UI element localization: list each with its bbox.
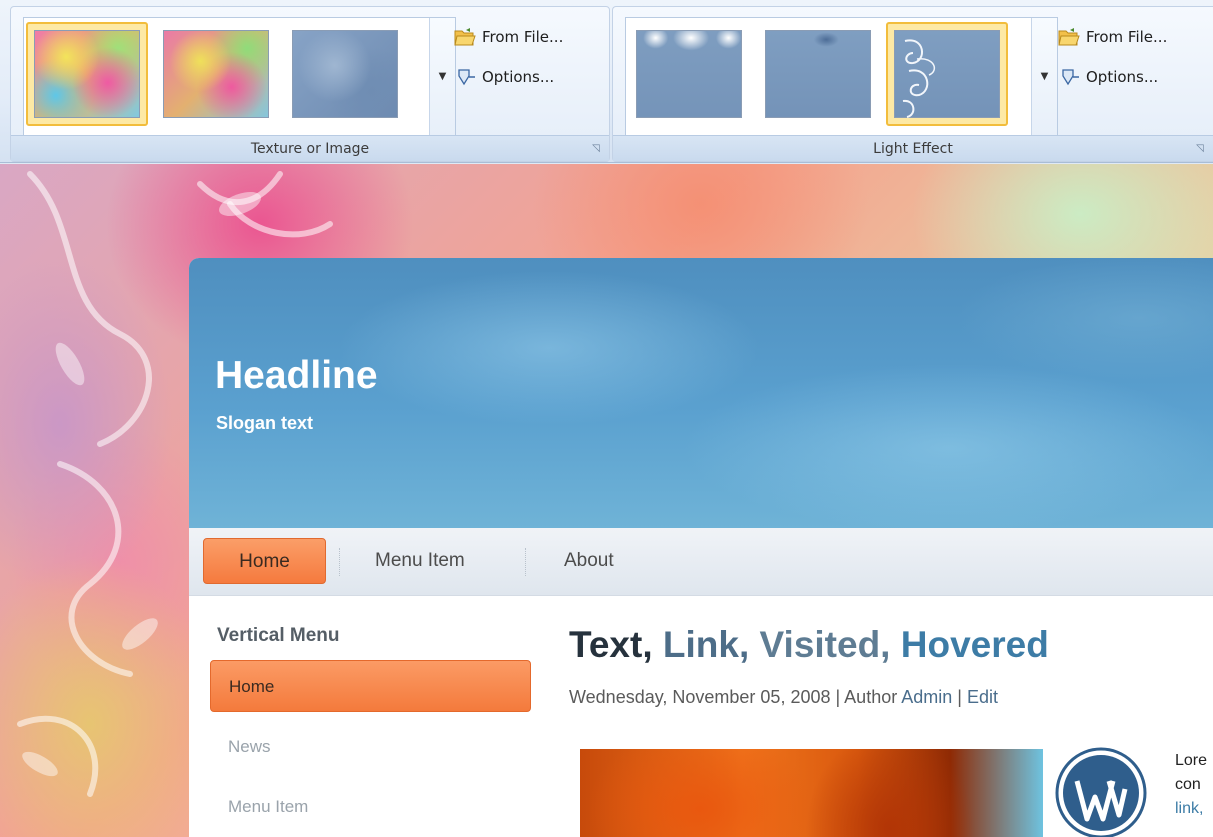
- site-preview: Headline Slogan text Home Menu Item Abou…: [189, 258, 1213, 837]
- post-title: Text, Link, Visited, Hovered: [569, 624, 1049, 666]
- light-effect-thumb-2[interactable]: [757, 22, 879, 126]
- meta-separator: |: [952, 687, 967, 707]
- light-effect-thumb-1[interactable]: [628, 22, 750, 126]
- post-title-visited[interactable]: Visited,: [760, 624, 901, 665]
- vertical-menu-item-news[interactable]: News: [210, 721, 531, 773]
- ribbon: ▼ From File... Options... Texture or Ima…: [0, 0, 1213, 163]
- from-file-button[interactable]: From File...: [454, 25, 563, 49]
- texture-preview: [163, 30, 269, 118]
- site-headline[interactable]: Headline: [215, 354, 378, 398]
- site-content: Vertical Menu Home News Menu Item Text, …: [189, 597, 1213, 837]
- options-button[interactable]: Options...: [454, 65, 554, 89]
- light-effect-preview: [894, 30, 1000, 118]
- post-author-link[interactable]: Admin: [901, 687, 952, 707]
- post-title-hovered[interactable]: Hovered: [901, 624, 1049, 665]
- post-meta: Wednesday, November 05, 2008 | Author Ad…: [569, 687, 998, 708]
- light-effect-group: ▼ From File... Options... Light Effect ◹: [612, 6, 1213, 162]
- post-image: [580, 749, 1043, 837]
- nav-item-menu-item[interactable]: Menu Item: [375, 538, 465, 584]
- texture-preview: [292, 30, 398, 118]
- light-effect-thumb-3[interactable]: [886, 22, 1008, 126]
- post-body: Lore con link,: [1175, 749, 1213, 821]
- chevron-down-icon: ▼: [1040, 71, 1049, 82]
- post-title-link[interactable]: Link,: [663, 624, 760, 665]
- texture-thumb-3[interactable]: [284, 22, 406, 126]
- options-button[interactable]: Options...: [1058, 65, 1158, 89]
- swirl-ornament-icon: [902, 39, 936, 118]
- texture-thumb-2[interactable]: [155, 22, 277, 126]
- light-effect-gallery: ▼: [625, 17, 1058, 137]
- site-slogan: Slogan text: [216, 413, 314, 433]
- from-file-label: From File...: [482, 28, 564, 46]
- group-title: Light Effect: [613, 135, 1213, 161]
- from-file-button[interactable]: From File...: [1058, 25, 1167, 49]
- options-icon: [1058, 67, 1080, 87]
- nav-item-home[interactable]: Home: [203, 538, 326, 584]
- gallery-more-button[interactable]: ▼: [1031, 18, 1057, 136]
- options-label: Options...: [1086, 68, 1159, 86]
- texture-preview: [34, 30, 140, 118]
- texture-or-image-group: ▼ From File... Options... Texture or Ima…: [10, 6, 610, 162]
- folder-open-icon: [454, 27, 476, 47]
- nav-separator: [339, 548, 340, 576]
- wordpress-logo-icon: [1055, 747, 1147, 837]
- group-title: Texture or Image: [11, 135, 609, 161]
- light-effect-preview: [765, 30, 871, 118]
- light-effect-preview: [636, 30, 742, 118]
- gallery-more-button[interactable]: ▼: [429, 18, 455, 136]
- folder-open-icon: [1058, 27, 1080, 47]
- post-date: Wednesday, November 05, 2008 | Author: [569, 687, 902, 707]
- vertical-menu-title: Vertical Menu: [217, 625, 340, 646]
- post-body-line: Lore: [1175, 752, 1208, 769]
- from-file-label: From File...: [1086, 28, 1168, 46]
- texture-thumb-1[interactable]: [26, 22, 148, 126]
- vertical-menu-item-menu-item[interactable]: Menu Item: [210, 781, 531, 833]
- post-edit-link[interactable]: Edit: [967, 687, 998, 707]
- chevron-down-icon: ▼: [438, 71, 447, 82]
- post-title-text: Text,: [569, 624, 663, 665]
- post-body-line: con: [1175, 776, 1201, 793]
- options-icon: [454, 67, 476, 87]
- dialog-launcher-icon[interactable]: ◹: [1193, 142, 1207, 156]
- post-body-link[interactable]: link,: [1175, 797, 1213, 821]
- texture-gallery: ▼: [23, 17, 456, 137]
- options-label: Options...: [482, 68, 555, 86]
- nav-item-about[interactable]: About: [564, 538, 614, 584]
- dialog-launcher-icon[interactable]: ◹: [589, 142, 603, 156]
- vertical-menu-item-home[interactable]: Home: [210, 660, 531, 712]
- main-nav: Home Menu Item About: [189, 528, 1213, 596]
- site-header: Headline Slogan text: [189, 258, 1213, 528]
- nav-separator: [525, 548, 526, 576]
